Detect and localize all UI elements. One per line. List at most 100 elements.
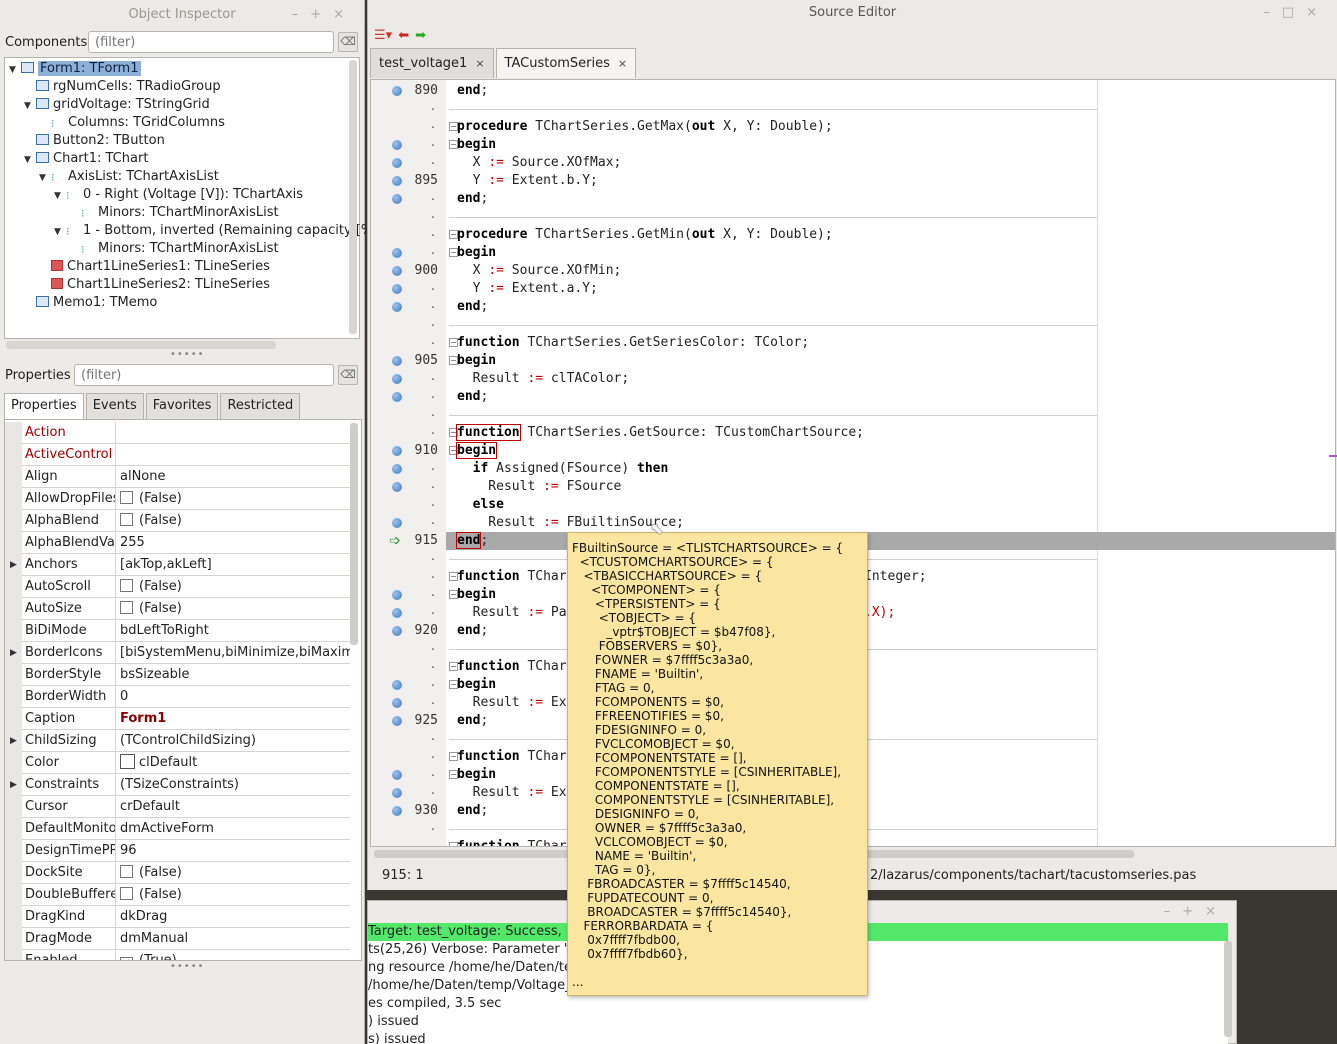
gutter-line[interactable]: 930 xyxy=(371,802,446,820)
gutter-line[interactable]: 895 xyxy=(371,172,446,190)
tree-node[interactable]: ⁝ Columns: TGridColumns xyxy=(39,114,225,132)
breakpoint-dot-icon[interactable] xyxy=(392,680,402,690)
gutter-line[interactable]: . xyxy=(371,298,446,316)
property-row[interactable]: DockSite (False) xyxy=(5,862,350,884)
code-line[interactable]: end; xyxy=(457,388,488,406)
expand-arrow-icon[interactable]: ▼ xyxy=(9,61,21,79)
property-row[interactable]: AutoScroll (False) xyxy=(5,576,350,598)
expand-arrow-icon[interactable]: ▼ xyxy=(24,97,36,115)
breakpoint-dot-icon[interactable] xyxy=(392,86,402,96)
breakpoint-dot-icon[interactable] xyxy=(392,788,402,798)
property-value[interactable]: (False) xyxy=(115,862,350,883)
breakpoint-dot-icon[interactable] xyxy=(392,590,402,600)
property-value[interactable]: bsSizeable xyxy=(115,664,350,685)
close-tab-icon[interactable]: × xyxy=(618,57,627,70)
code-line[interactable]: Result := clTAColor; xyxy=(457,370,630,388)
gutter-line[interactable]: 925 xyxy=(371,712,446,730)
gutter-line[interactable]: . xyxy=(371,154,446,172)
gutter-line[interactable]: 905 xyxy=(371,352,446,370)
source-editor-titlebar[interactable]: Source Editor –□× xyxy=(368,0,1337,26)
checkbox[interactable] xyxy=(120,601,133,614)
gutter-line[interactable]: . xyxy=(371,424,446,442)
gutter-line[interactable]: . xyxy=(371,334,446,352)
breakpoint-dot-icon[interactable] xyxy=(392,482,402,492)
tree-node[interactable]: ▼ ⁝ 1 - Bottom, inverted (Remaining capaci… xyxy=(54,222,378,240)
gutter-line[interactable]: . xyxy=(371,190,446,208)
gutter-line[interactable]: 910 xyxy=(371,442,446,460)
tree-node[interactable]: ⁝ Minors: TChartMinorAxisList xyxy=(69,240,279,258)
property-value[interactable]: (TSizeConstraints) xyxy=(115,774,350,795)
code-line[interactable]: begin xyxy=(457,676,496,694)
window-controls[interactable]: –+× xyxy=(292,0,356,30)
breakpoint-dot-icon[interactable] xyxy=(392,626,402,636)
property-row[interactable]: Action xyxy=(5,422,350,444)
breakpoint-dot-icon[interactable] xyxy=(392,176,402,186)
gutter-line[interactable]: . xyxy=(371,316,446,334)
tree-node[interactable]: ▼ Form1: TForm1 xyxy=(9,60,141,78)
property-value[interactable] xyxy=(115,422,350,443)
gutter-line[interactable]: . xyxy=(371,838,446,847)
code-line[interactable]: begin xyxy=(457,136,496,154)
clear-filter-icon[interactable]: ⌫ xyxy=(338,365,358,385)
property-row[interactable]: BiDiMode bdLeftToRight xyxy=(5,620,350,642)
gutter-line[interactable]: . xyxy=(371,460,446,478)
code-line[interactable]: begin xyxy=(457,352,496,370)
tab-events[interactable]: Events xyxy=(85,393,144,419)
code-line[interactable]: Result := FSource xyxy=(457,478,621,496)
breakpoint-dot-icon[interactable] xyxy=(392,716,402,726)
property-value[interactable]: alNone xyxy=(115,466,350,487)
property-value[interactable]: 96 xyxy=(115,840,350,861)
property-value[interactable]: (False) xyxy=(115,598,350,619)
code-line[interactable]: end; xyxy=(457,712,488,730)
property-value[interactable]: (False) xyxy=(115,576,350,597)
gutter-line[interactable]: 920 xyxy=(371,622,446,640)
code-line[interactable]: procedure TChartSeries.GetMax(out X, Y: … xyxy=(457,118,833,136)
property-value[interactable]: 0 xyxy=(115,686,350,707)
color-swatch[interactable] xyxy=(120,754,135,769)
property-value[interactable]: bdLeftToRight xyxy=(115,620,350,641)
jump-back-icon[interactable]: ⬅ xyxy=(398,28,409,43)
property-row[interactable]: BorderStyle bsSizeable xyxy=(5,664,350,686)
gutter-line[interactable]: 890 xyxy=(371,82,446,100)
window-controls[interactable]: –+× xyxy=(1164,901,1228,923)
expand-arrow-icon[interactable]: ▶ xyxy=(5,554,22,576)
property-row[interactable]: Color clDefault xyxy=(5,752,350,774)
checkbox[interactable]: ✓ xyxy=(120,957,133,960)
code-line[interactable]: end; xyxy=(457,802,488,820)
component-tree[interactable]: ▼ Form1: TForm1 rgNumCells: TRadioGroup ▼ gr… xyxy=(4,57,378,339)
property-value[interactable]: 255 xyxy=(115,532,350,553)
tree-node[interactable]: ▼ ⁝ AxisList: TChartAxisList xyxy=(39,168,219,186)
gutter-line[interactable]: . xyxy=(371,694,446,712)
property-value[interactable]: ✓ (True) xyxy=(115,950,350,960)
code-line[interactable]: function TChartSeries.GetSeriesColor: TC… xyxy=(457,334,809,352)
property-row[interactable]: DragKind dkDrag xyxy=(5,906,350,928)
property-value[interactable]: dkDrag xyxy=(115,906,350,927)
property-row[interactable]: AllowDropFiles (False) xyxy=(5,488,350,510)
property-row[interactable]: DesignTimePPI 96 xyxy=(5,840,350,862)
gutter-line[interactable]: . xyxy=(371,244,446,262)
property-row[interactable]: ▶ Anchors [akTop,akLeft] xyxy=(5,554,350,576)
gutter-line[interactable]: ➩ 915 xyxy=(371,532,446,550)
tab-properties[interactable]: Properties xyxy=(4,393,84,420)
tab-favorites[interactable]: Favorites xyxy=(145,393,219,419)
code-line[interactable]: Result := Ex xyxy=(457,694,567,712)
breakpoint-dot-icon[interactable] xyxy=(392,284,402,294)
window-controls[interactable]: –□× xyxy=(1263,0,1329,26)
breakpoint-dot-icon[interactable] xyxy=(392,806,402,816)
checkbox[interactable] xyxy=(120,491,133,504)
property-row[interactable]: ActiveControl xyxy=(5,444,350,466)
clear-filter-icon[interactable]: ⌫ xyxy=(338,32,358,52)
tree-node[interactable]: ▼ ⁝ 0 - Right (Voltage [V]): TChartAxis xyxy=(54,186,303,204)
property-value[interactable]: [biSystemMenu,biMinimize,biMaximize] xyxy=(115,642,350,663)
code-line[interactable]: begin xyxy=(457,586,496,604)
checkbox[interactable] xyxy=(120,887,133,900)
tree-vertical-scrollbar[interactable] xyxy=(349,60,357,334)
tab-test-voltage1[interactable]: test_voltage1 × xyxy=(370,48,494,78)
code-line[interactable]: else xyxy=(457,496,504,514)
code-line[interactable]: Y := Extent.b.Y; xyxy=(457,172,598,190)
property-value[interactable]: Form1 xyxy=(115,708,350,729)
gutter-line[interactable]: . xyxy=(371,136,446,154)
code-line[interactable]: begin xyxy=(455,442,498,460)
property-row[interactable]: BorderWidth 0 xyxy=(5,686,350,708)
checkbox[interactable] xyxy=(120,513,133,526)
